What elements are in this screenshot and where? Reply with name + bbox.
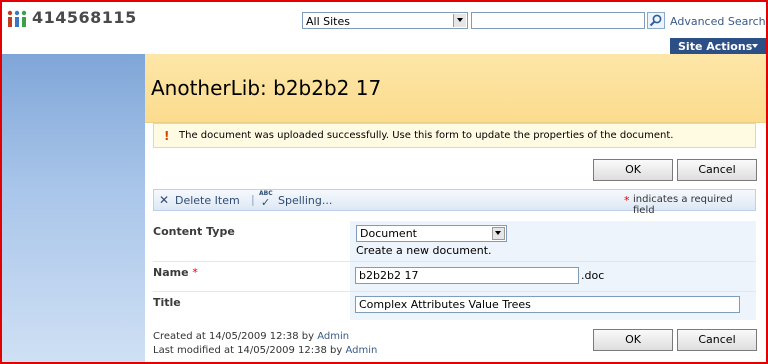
top-header: 414568115 All Sites Advanced Search [2, 2, 766, 54]
chevron-down-icon[interactable] [453, 14, 466, 27]
content-type-value: Document [360, 227, 417, 240]
created-at-text: Created at 14/05/2009 12:38 by [153, 331, 315, 342]
created-by-link[interactable]: Admin [317, 331, 349, 342]
name-row: Name * b2b2b2 17 .doc [153, 262, 756, 292]
required-star: * [192, 266, 198, 279]
search-button[interactable] [647, 12, 665, 29]
form-toolbar: ✕ Delete Item | ABC ✓ Spelling... * indi… [153, 189, 756, 216]
title-field[interactable]: Complex Attributes Value Trees [355, 296, 740, 313]
left-navigation [2, 54, 145, 362]
site-title[interactable]: 414568115 [32, 8, 137, 27]
chevron-down-icon[interactable] [492, 227, 505, 240]
document-info: Created at 14/05/2009 12:38 by Admin Las… [153, 330, 377, 358]
content-type-row: Content Type Document Create a new docum… [153, 221, 756, 262]
upload-success-message: ! The document was uploaded successfully… [153, 123, 756, 148]
cancel-button-top[interactable]: Cancel [677, 159, 757, 181]
delete-icon[interactable]: ✕ [159, 193, 169, 207]
required-field-note: indicates a required field [633, 194, 733, 216]
search-scope-value: All Sites [306, 15, 350, 28]
delete-item-button[interactable]: Delete Item [175, 194, 240, 207]
info-icon: ! [164, 129, 170, 143]
chevron-down-icon [752, 44, 758, 48]
content-type-label: Content Type [153, 225, 235, 238]
content-type-select[interactable]: Document [356, 225, 507, 242]
page-title-area: AnotherLib: b2b2b2 17 [145, 54, 766, 123]
content-type-description: Create a new document. [356, 244, 492, 257]
ok-button-top[interactable]: OK [593, 159, 673, 181]
check-icon[interactable]: ✓ [261, 196, 270, 209]
message-text: The document was uploaded successfully. … [179, 130, 674, 141]
toolbar-separator: | [251, 193, 255, 206]
site-actions-menu[interactable]: Site Actions [670, 38, 768, 55]
cancel-button-bottom[interactable]: Cancel [677, 329, 757, 351]
site-logo-icon [7, 10, 27, 27]
search-scope-select[interactable]: All Sites [302, 12, 468, 29]
file-extension: .doc [581, 269, 605, 282]
site-actions-label: Site Actions [678, 40, 753, 53]
ok-button-bottom[interactable]: OK [593, 329, 673, 351]
search-icon [649, 14, 662, 27]
advanced-search-link[interactable]: Advanced Search [670, 15, 766, 28]
name-label: Name [153, 266, 189, 279]
search-input[interactable] [471, 12, 645, 29]
spelling-button[interactable]: Spelling... [278, 194, 332, 207]
page-title: AnotherLib: b2b2b2 17 [151, 76, 382, 100]
modified-by-link[interactable]: Admin [345, 345, 377, 356]
title-label: Title [153, 296, 181, 309]
modified-at-text: Last modified at 14/05/2009 12:38 by [153, 345, 343, 356]
name-field[interactable]: b2b2b2 17 [355, 267, 579, 284]
required-star: * [624, 194, 630, 207]
title-row: Title Complex Attributes Value Trees [153, 292, 756, 320]
